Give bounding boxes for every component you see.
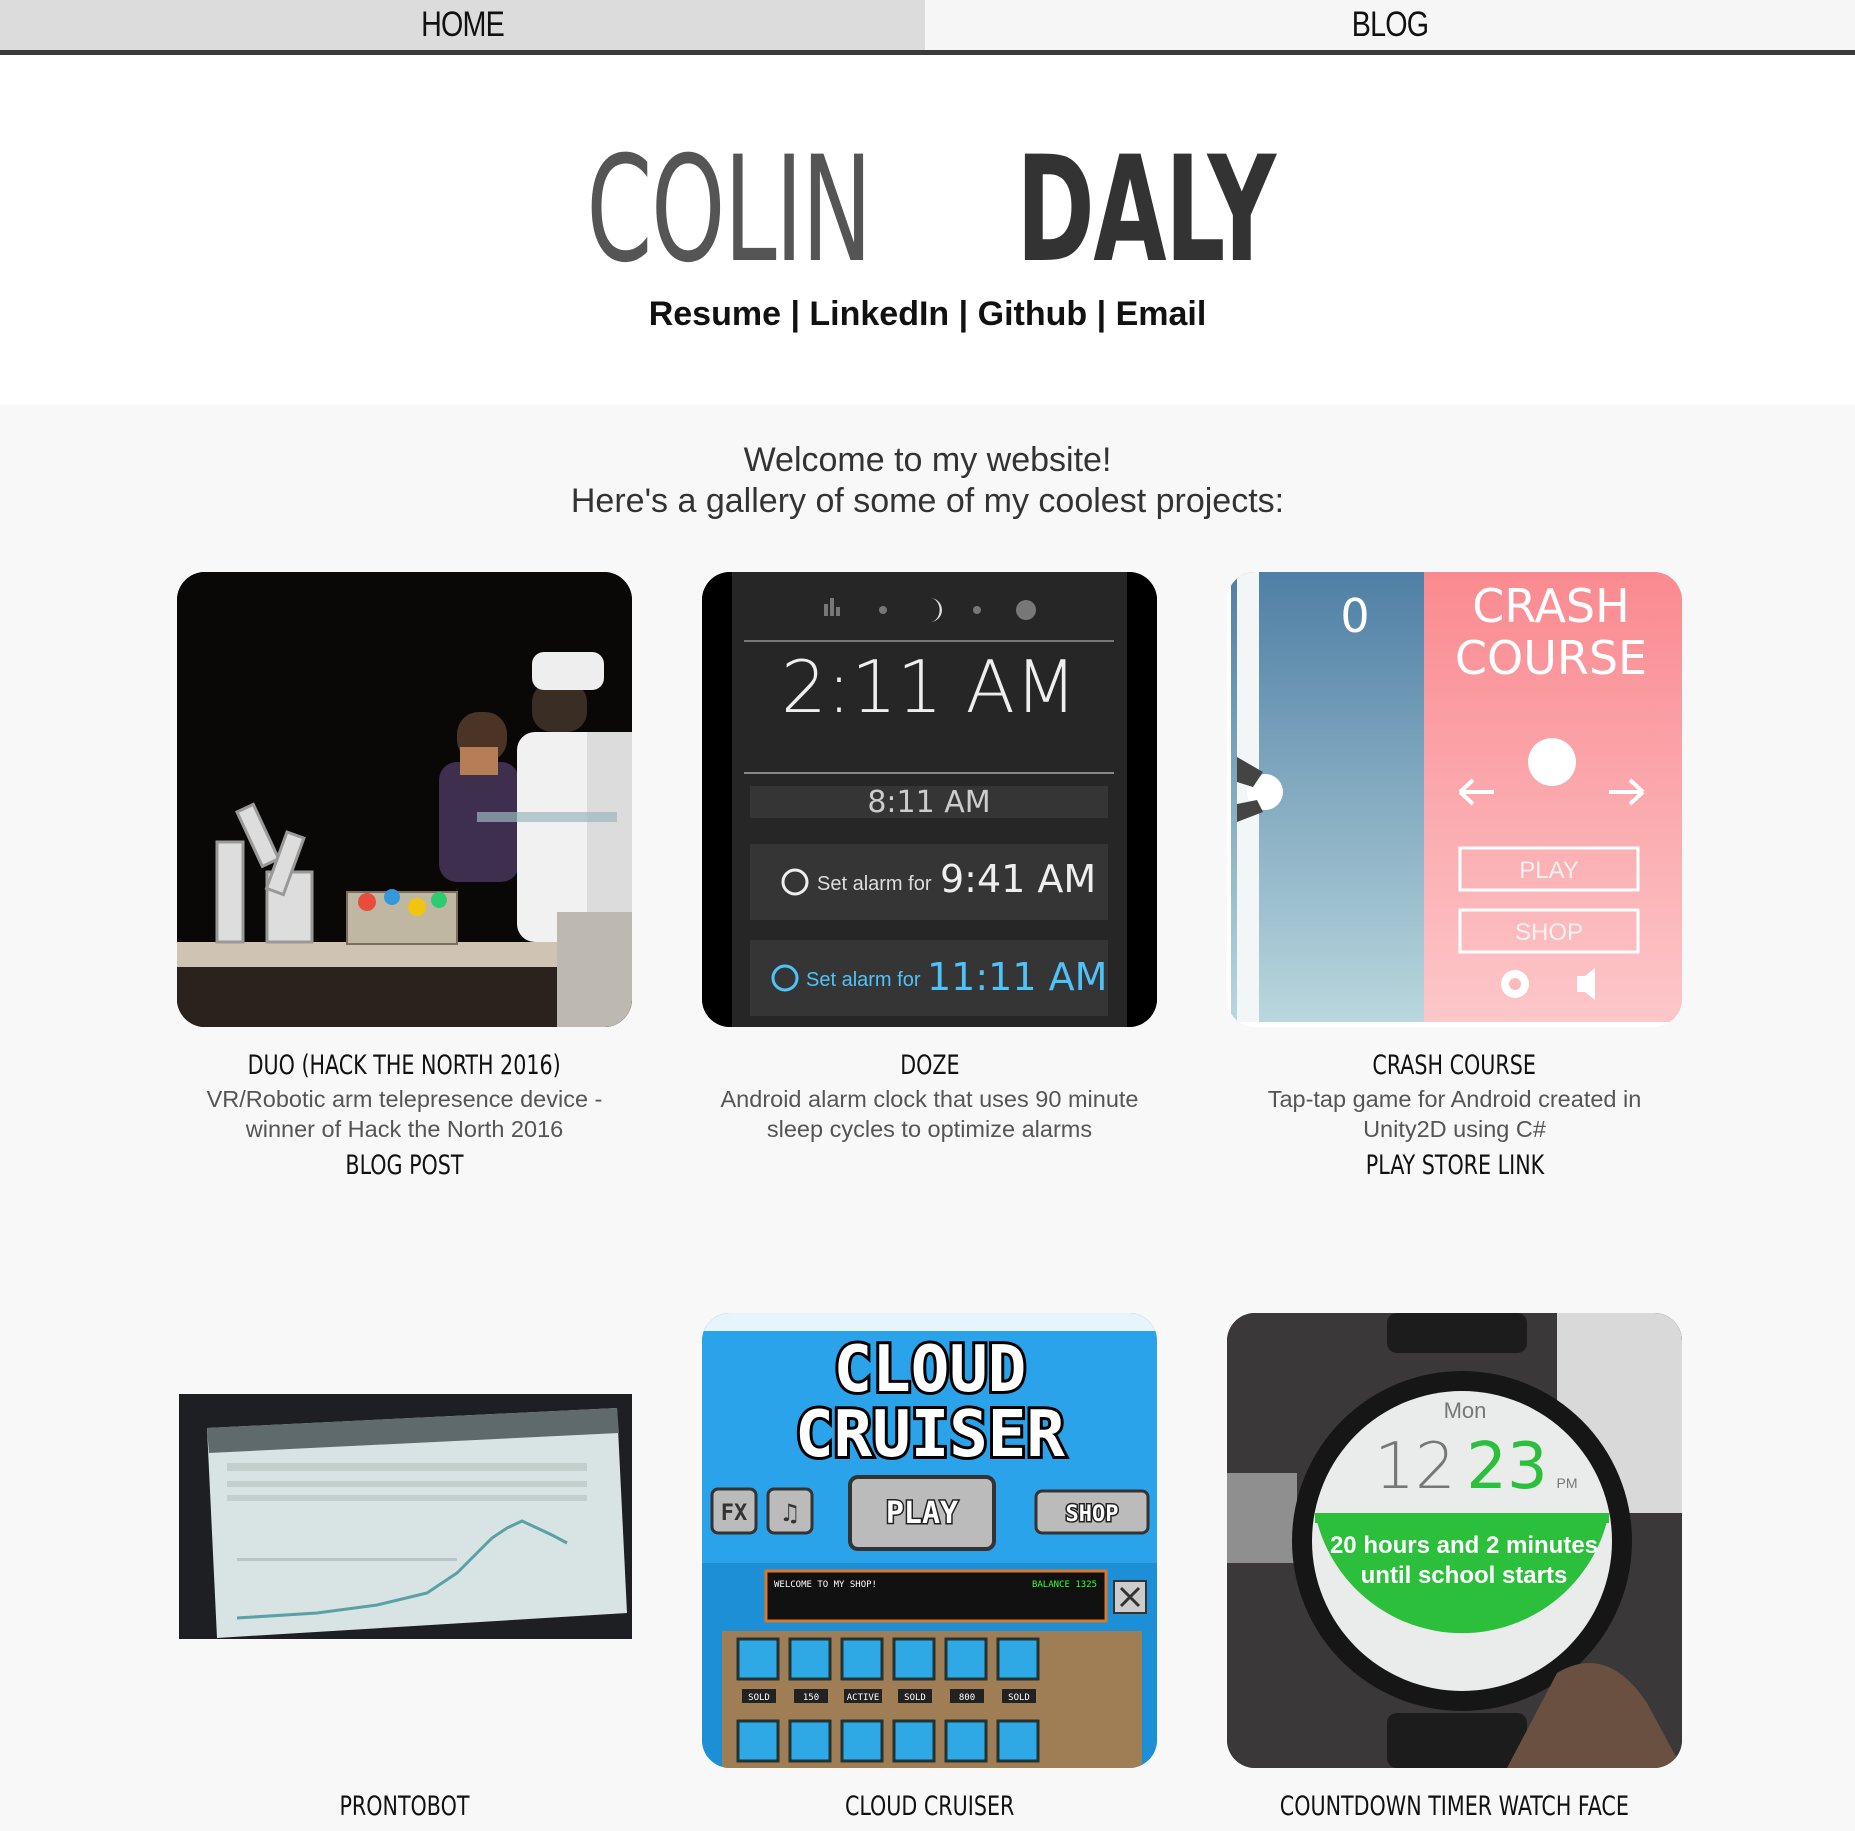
project-title: DUO (HACK THE NORTH 2016)	[247, 1050, 562, 1081]
svg-text:SOLD: SOLD	[1008, 1693, 1030, 1703]
top-nav: HOME BLOG	[0, 0, 1855, 55]
linkedin-link[interactable]: LinkedIn	[809, 295, 949, 333]
play-store-link[interactable]: PLAY STORE LINK	[1227, 1150, 1682, 1181]
svg-text:until school starts: until school starts	[1361, 1562, 1568, 1589]
nav-blog-tab[interactable]: BLOG	[1009, 0, 1772, 50]
separator: |	[1096, 295, 1107, 333]
svg-text:BALANCE 1325: BALANCE 1325	[1032, 1580, 1097, 1590]
prontobot-screen-photo	[179, 1394, 632, 1639]
project-image-countdown-watch[interactable]: Mon 12 23 PM 20 hours and 2 minutes unti…	[1227, 1313, 1682, 1768]
svg-text:WELCOME TO MY SHOP!: WELCOME TO MY SHOP!	[774, 1580, 877, 1590]
project-image-cloud-cruiser[interactable]: CLOUD CRUISER FX ♫ PLAY SHOP WELCOME TO …	[702, 1313, 1157, 1768]
project-image-doze[interactable]: 2:11 AM 8:11 AM Set alarm for 9:41 AM Se…	[702, 572, 1157, 1027]
svg-text:SHOP: SHOP	[1515, 919, 1583, 946]
project-title: CLOUD CRUISER	[844, 1791, 1015, 1822]
watch-face-photo: Mon 12 23 PM 20 hours and 2 minutes unti…	[1227, 1313, 1682, 1768]
svg-text:COURSE: COURSE	[1455, 631, 1647, 685]
svg-text:SOLD: SOLD	[904, 1693, 926, 1703]
last-name: DALY	[1015, 125, 1276, 295]
project-image-duo[interactable]	[177, 572, 632, 1027]
svg-text:Set alarm for: Set alarm for	[817, 873, 932, 895]
blog-post-link[interactable]: BLOG POST	[177, 1150, 632, 1181]
svg-text:SHOP: SHOP	[1066, 1502, 1119, 1527]
svg-text:12: 12	[1374, 1430, 1455, 1504]
welcome-line-2: Here's a gallery of some of my coolest p…	[570, 482, 1285, 520]
svg-text:ACTIVE: ACTIVE	[847, 1693, 880, 1703]
github-link[interactable]: Github	[978, 295, 1088, 333]
svg-text:9:41 AM: 9:41 AM	[940, 857, 1096, 901]
email-link[interactable]: Email	[1116, 295, 1207, 333]
doze-time: 2:11 AM	[781, 645, 1077, 729]
svg-text:8:11 AM: 8:11 AM	[867, 785, 990, 820]
separator: |	[790, 295, 800, 333]
crash-course-screenshot: 0 CRASH COURSE PLAY SHOP	[1231, 572, 1682, 1022]
cloud-cruiser-screenshot: CLOUD CRUISER FX ♫ PLAY SHOP WELCOME TO …	[702, 1313, 1157, 1768]
site-title: COLIN DALY	[0, 135, 1855, 285]
doze-app-screenshot: 2:11 AM 8:11 AM Set alarm for 9:41 AM Se…	[702, 572, 1157, 1027]
svg-text:Mon: Mon	[1444, 1398, 1487, 1423]
project-description: Android alarm clock that uses 90 minute s…	[720, 1086, 1139, 1142]
svg-text:150: 150	[803, 1693, 819, 1703]
svg-text:0: 0	[1340, 589, 1369, 643]
site-header: COLIN DALY Resume | LinkedIn | Github | …	[0, 55, 1855, 405]
first-name: COLIN	[585, 125, 872, 295]
project-title: PRONTOBOT	[339, 1791, 470, 1822]
nav-home-tab[interactable]: HOME	[83, 0, 842, 50]
welcome-line-1: Welcome to my website!	[743, 441, 1112, 479]
svg-text:CRUISER: CRUISER	[795, 1398, 1065, 1472]
svg-text:CRASH: CRASH	[1472, 579, 1629, 633]
svg-text:23: 23	[1466, 1430, 1547, 1504]
welcome-text: Welcome to my website! Here's a gallery …	[0, 440, 1855, 522]
svg-text:PLAY: PLAY	[1519, 857, 1579, 884]
svg-text:800: 800	[959, 1693, 975, 1703]
svg-text:♫: ♫	[779, 1499, 801, 1527]
project-title: CRASH COURSE	[1372, 1050, 1537, 1081]
project-title: DOZE	[899, 1050, 960, 1081]
svg-text:FX: FX	[721, 1501, 748, 1526]
separator: |	[958, 295, 969, 333]
svg-text:SOLD: SOLD	[748, 1693, 770, 1703]
resume-link[interactable]: Resume	[649, 295, 781, 333]
project-title: COUNTDOWN TIMER WATCH FACE	[1279, 1791, 1630, 1822]
project-description: VR/Robotic arm telepresence device - winn…	[206, 1086, 603, 1142]
project-image-crash-course[interactable]: 0 CRASH COURSE PLAY SHOP	[1227, 572, 1682, 1027]
svg-text:20 hours and 2 minutes: 20 hours and 2 minutes	[1330, 1532, 1598, 1559]
project-description: Tap-tap game for Android created in Unity…	[1267, 1086, 1642, 1142]
svg-text:11:11 AM: 11:11 AM	[927, 955, 1107, 999]
profile-links: Resume | LinkedIn | Github | Email	[0, 295, 1855, 334]
stage-photo-illustration	[177, 572, 632, 1027]
svg-text:Set alarm for: Set alarm for	[806, 969, 921, 991]
svg-text:PM: PM	[1557, 1475, 1578, 1491]
svg-text:PLAY: PLAY	[886, 1496, 958, 1531]
svg-text:CLOUD: CLOUD	[834, 1333, 1027, 1407]
project-image-prontobot[interactable]	[177, 1313, 632, 1768]
